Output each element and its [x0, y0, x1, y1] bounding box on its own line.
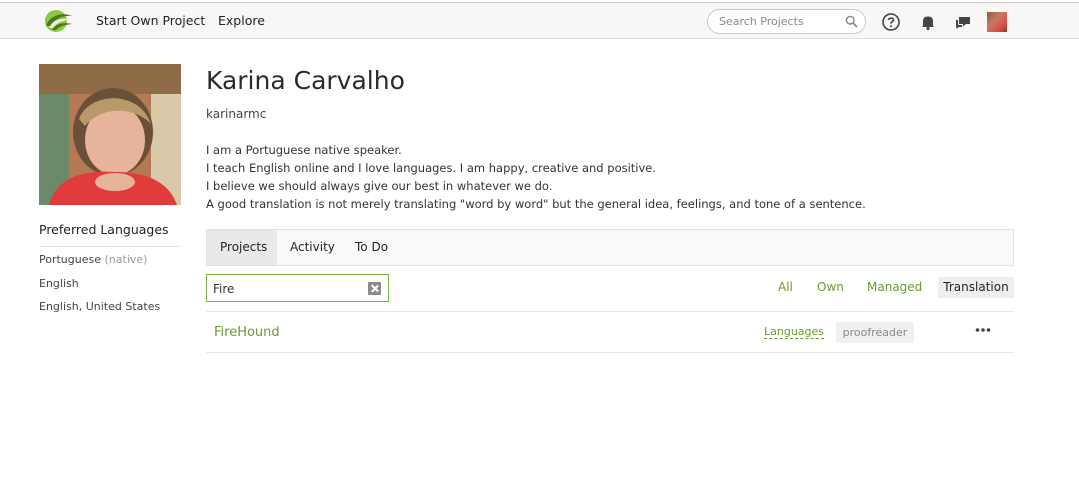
- explore-link[interactable]: Explore: [218, 13, 265, 28]
- profile-username: karinarmc: [206, 107, 267, 121]
- language-item: English, United States: [39, 300, 160, 313]
- top-navbar: Start Own Project Explore: [0, 2, 1079, 39]
- language-item: English: [39, 277, 79, 290]
- divider: [206, 311, 1014, 312]
- profile-photo: [39, 64, 181, 205]
- bio-line: I believe we should always give our best…: [206, 179, 553, 193]
- more-options-icon[interactable]: [975, 326, 991, 334]
- clear-icon[interactable]: [368, 282, 381, 295]
- language-native-note: (native): [104, 253, 148, 266]
- filter-all[interactable]: All: [778, 280, 793, 294]
- preferred-languages-title: Preferred Languages: [39, 222, 169, 237]
- logo-icon[interactable]: [40, 9, 74, 33]
- profile-tabs: Projects Activity To Do: [206, 229, 1014, 266]
- search-icon[interactable]: [845, 15, 858, 28]
- languages-link[interactable]: Languages: [764, 325, 825, 339]
- project-filter-input[interactable]: [213, 281, 363, 297]
- project-filter-box: [206, 274, 389, 302]
- role-badge: proofreader: [836, 322, 914, 343]
- language-name: Portuguese: [39, 253, 101, 266]
- tab-todo[interactable]: To Do: [342, 230, 401, 265]
- language-name: English, United States: [39, 300, 161, 313]
- filter-own[interactable]: Own: [817, 280, 844, 294]
- profile-name: Karina Carvalho: [206, 66, 405, 95]
- project-link[interactable]: FireHound: [214, 325, 280, 340]
- tab-projects[interactable]: Projects: [207, 230, 277, 265]
- start-own-project-link[interactable]: Start Own Project: [96, 13, 205, 28]
- bio-line: I teach English online and I love langua…: [206, 161, 657, 175]
- bio-line: A good translation is not merely transla…: [206, 197, 866, 211]
- divider: [206, 352, 1014, 353]
- tab-activity[interactable]: Activity: [277, 230, 348, 265]
- filter-translation[interactable]: Translation: [938, 277, 1014, 298]
- language-item: Portuguese (native): [39, 253, 147, 266]
- divider: [39, 246, 181, 247]
- bell-icon[interactable]: [918, 12, 938, 32]
- help-icon[interactable]: [881, 12, 901, 32]
- search-box: [707, 9, 866, 34]
- language-name: English: [39, 277, 79, 290]
- search-input[interactable]: [719, 13, 844, 30]
- chat-icon[interactable]: [953, 12, 973, 32]
- avatar[interactable]: [987, 12, 1007, 32]
- bio-line: I am a Portuguese native speaker.: [206, 143, 402, 157]
- filter-managed[interactable]: Managed: [867, 280, 922, 294]
